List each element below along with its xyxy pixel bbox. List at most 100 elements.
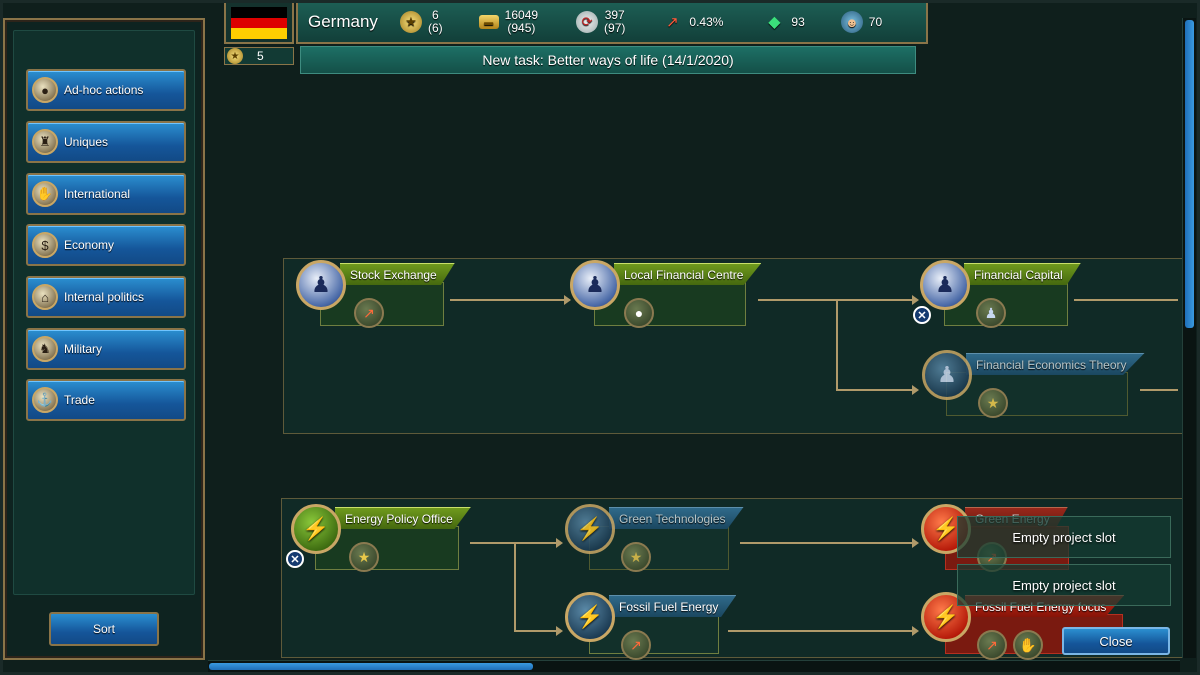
category-trade-button[interactable]: ⚓ Trade	[26, 379, 186, 421]
growth-chart-icon: ↗	[354, 298, 384, 328]
project-energy-policy-office[interactable]: Energy Policy Office ⚡ ★ ✕	[286, 504, 491, 576]
project-fossil-fuel-energy[interactable]: Fossil Fuel Energy ⚡ ↗	[565, 592, 745, 660]
category-economy-button[interactable]: $ Economy	[26, 224, 186, 266]
project-title: Fossil Fuel Energy	[609, 595, 737, 617]
germany-flag-icon	[231, 7, 287, 39]
empty-project-slot[interactable]: Empty project slot	[957, 564, 1171, 606]
tree-link	[514, 542, 558, 544]
star-icon: ★	[349, 542, 379, 572]
tree-link	[728, 630, 912, 632]
tree-link	[836, 389, 912, 391]
growth-chart-icon: ↗	[666, 14, 679, 31]
banker-icon: ♟	[922, 350, 972, 400]
money-sub: (945)	[507, 21, 536, 35]
project-financial-economics-theory[interactable]: Financial Economics Theory ♟ ★	[922, 350, 1158, 422]
parliament-icon: ⌂	[32, 284, 58, 310]
game-screen: ● Ad-hoc actions ♜ Uniques ✋ Internation…	[0, 0, 1200, 675]
banker-icon: ♟	[920, 260, 970, 310]
vertical-scrollbar[interactable]	[1182, 18, 1196, 658]
rank-stat[interactable]: ★ 6 (6)	[400, 2, 443, 42]
crystals-value: 93	[791, 15, 805, 29]
tower-icon: ♜	[32, 129, 58, 155]
horizontal-scroll-thumb[interactable]	[209, 663, 533, 670]
crystal-icon: ◆	[768, 14, 781, 31]
project-title: Green Technologies	[609, 507, 744, 529]
category-label: Ad-hoc actions	[64, 83, 144, 97]
category-label: Uniques	[64, 135, 109, 149]
crystals-stat[interactable]: ◆ 93	[763, 2, 805, 42]
category-military-button[interactable]: ♞ Military	[26, 328, 186, 370]
growth-value: 0.43%	[689, 15, 724, 29]
cancel-icon[interactable]: ✕	[286, 550, 304, 568]
lightning-icon: ⚡	[291, 504, 341, 554]
task-banner[interactable]: New task: Better ways of life (14/1/2020…	[300, 46, 916, 74]
category-label: Economy	[64, 238, 115, 252]
category-uniques-button[interactable]: ♜ Uniques	[26, 121, 186, 163]
star-icon: ★	[227, 48, 243, 64]
project-title: Energy Policy Office	[335, 507, 471, 529]
banker-icon: ♟	[296, 260, 346, 310]
category-label: Trade	[64, 393, 95, 407]
soldier-icon: ♞	[32, 336, 58, 362]
recycle-icon: ⟳	[576, 11, 599, 33]
category-label: International	[64, 187, 131, 201]
handshake-icon: ✋	[1013, 630, 1043, 660]
banker-icon: ♟	[976, 298, 1006, 328]
category-internal-politics-button[interactable]: ⌂ Internal politics	[26, 276, 186, 318]
category-adhoc-actions-button[interactable]: ● Ad-hoc actions	[26, 69, 186, 111]
rank-sub: (6)	[428, 21, 443, 35]
tree-link	[514, 542, 516, 632]
money-stat[interactable]: ▬ 16049 (945)	[478, 2, 538, 42]
project-local-financial-centre[interactable]: Local Financial Centre ♟ ●	[570, 260, 780, 332]
tree-arrow	[556, 538, 563, 548]
project-title: Local Financial Centre	[614, 263, 762, 285]
project-financial-capital[interactable]: Financial Capital ♟ ♟ ✕	[913, 260, 1100, 332]
country-name: Germany	[308, 12, 378, 31]
star-icon: ★	[978, 388, 1008, 418]
lightbulb-icon: ●	[624, 298, 654, 328]
handshake-icon: ✋	[32, 181, 58, 207]
growth-stat[interactable]: ↗ 0.43%	[661, 2, 723, 42]
growth-chart-icon: ↗	[621, 630, 651, 660]
empty-project-slot[interactable]: Empty project slot	[957, 516, 1171, 558]
population-value: 70	[868, 15, 883, 29]
coins-icon: $	[32, 232, 58, 258]
project-title: Stock Exchange	[340, 263, 455, 285]
cancel-icon[interactable]: ✕	[913, 306, 931, 324]
category-label: Military	[64, 342, 102, 356]
worker-icon: ☻	[840, 11, 863, 33]
star-icon: ★	[621, 542, 651, 572]
category-label: Internal politics	[64, 290, 145, 304]
tree-arrow	[912, 295, 919, 305]
bomb-icon: ●	[32, 77, 58, 103]
cycle-sub: (97)	[604, 21, 626, 35]
cycle-stat[interactable]: ⟳ 397 (97)	[576, 2, 625, 42]
category-international-button[interactable]: ✋ International	[26, 173, 186, 215]
resource-bar: Germany ★ 6 (6) ▬ 16049 (945) ⟳ 397 (97) ↗ …	[296, 0, 928, 44]
tree-arrow	[912, 385, 919, 395]
country-flag-frame[interactable]	[224, 0, 294, 44]
close-button[interactable]: Close	[1062, 627, 1170, 655]
tree-arrow	[556, 626, 563, 636]
project-title: Financial Capital	[964, 263, 1081, 285]
star-icon: ★	[400, 11, 422, 33]
vertical-scroll-thumb[interactable]	[1185, 20, 1194, 328]
category-list: ● Ad-hoc actions ♜ Uniques ✋ Internation…	[13, 30, 195, 595]
project-green-technologies[interactable]: Green Technologies ⚡ ★	[565, 504, 755, 576]
project-title: Financial Economics Theory	[966, 353, 1145, 375]
tree-arrow	[912, 626, 919, 636]
tree-link	[514, 630, 558, 632]
lightning-icon: ⚡	[565, 592, 615, 642]
stars-count: 5	[257, 49, 264, 63]
lightning-icon: ⚡	[565, 504, 615, 554]
population-stat[interactable]: ☻ 70	[840, 2, 883, 42]
stars-counter[interactable]: ★ 5	[224, 47, 294, 65]
banker-icon: ♟	[570, 260, 620, 310]
category-panel: ● Ad-hoc actions ♜ Uniques ✋ Internation…	[3, 18, 205, 660]
tree-link	[740, 542, 912, 544]
horizontal-scrollbar[interactable]	[208, 660, 1180, 672]
project-card	[946, 372, 1128, 416]
project-stock-exchange[interactable]: Stock Exchange ♟ ↗	[296, 260, 496, 332]
growth-chart-icon: ↗	[977, 630, 1007, 660]
sort-button[interactable]: Sort	[49, 612, 159, 646]
